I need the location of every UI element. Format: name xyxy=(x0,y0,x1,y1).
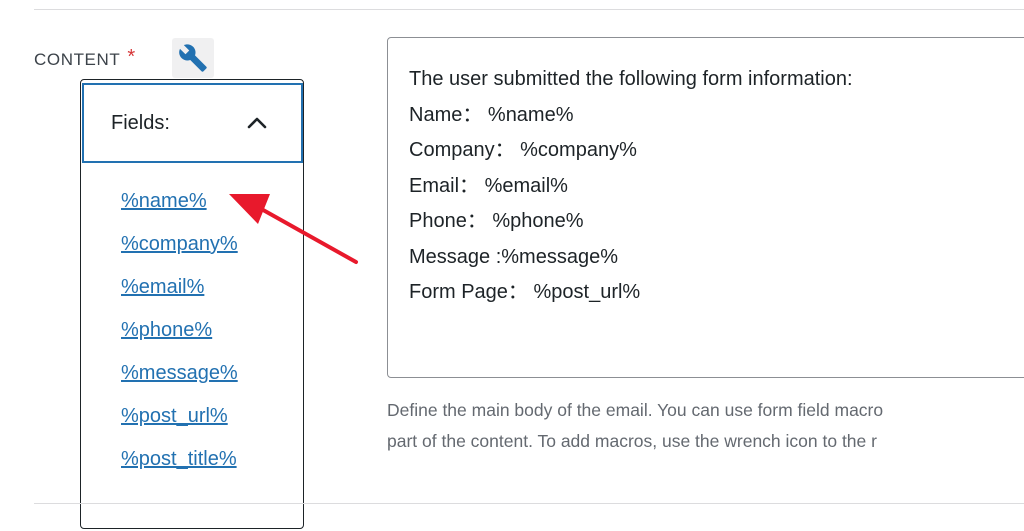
email-content-textarea[interactable]: The user submitted the following form in… xyxy=(387,37,1024,378)
macro-item: %post_url% xyxy=(121,405,238,448)
field-description: Define the main body of the email. You c… xyxy=(387,395,1024,457)
macro-link-name[interactable]: %name% xyxy=(121,190,207,212)
macro-link-phone[interactable]: %phone% xyxy=(121,319,212,341)
macro-link-message[interactable]: %message% xyxy=(121,362,238,384)
description-line: Define the main body of the email. You c… xyxy=(387,400,884,420)
chevron-up-icon xyxy=(247,117,267,129)
email-content-settings: CONTENT * Fields: %name% %company% %emai… xyxy=(0,0,1024,531)
description-line: part of the content. To add macros, use … xyxy=(387,431,877,451)
macro-link-company[interactable]: %company% xyxy=(121,233,238,255)
macro-item: %email% xyxy=(121,276,238,319)
fields-dropdown-toggle[interactable]: Fields: xyxy=(82,83,303,163)
content-line: Message :%message% xyxy=(409,245,618,268)
content-line: Email： %email% xyxy=(409,174,568,197)
required-asterisk: * xyxy=(127,46,136,68)
macro-link-post-title[interactable]: %post_title% xyxy=(121,448,237,470)
fields-header-label: Fields: xyxy=(111,111,170,134)
top-divider xyxy=(34,9,1024,10)
content-label-text: CONTENT xyxy=(34,49,121,69)
insert-macro-button[interactable] xyxy=(172,38,214,78)
red-pointer-arrow xyxy=(229,194,358,264)
wrench-icon xyxy=(179,44,207,72)
macro-link-email[interactable]: %email% xyxy=(121,276,204,298)
macro-fields-dropdown: Fields: %name% %company% %email% %phone%… xyxy=(80,79,304,529)
macro-item: %message% xyxy=(121,362,238,405)
bottom-divider xyxy=(34,503,1024,504)
content-line: The user submitted the following form in… xyxy=(409,68,853,90)
macro-item: %name% xyxy=(121,190,238,233)
macro-item: %phone% xyxy=(121,319,238,362)
macro-item: %company% xyxy=(121,233,238,276)
macro-link-post-url[interactable]: %post_url% xyxy=(121,405,228,427)
content-line: Company： %company% xyxy=(409,139,637,161)
macro-item: %post_title% xyxy=(121,448,238,491)
content-line: Form Page： %post_url% xyxy=(409,281,641,303)
content-line: Name： %name% xyxy=(409,103,574,126)
macro-list: %name% %company% %email% %phone% %messag… xyxy=(121,190,238,491)
content-line: Phone： %phone% xyxy=(409,210,584,232)
content-field-label: CONTENT * xyxy=(34,46,136,71)
